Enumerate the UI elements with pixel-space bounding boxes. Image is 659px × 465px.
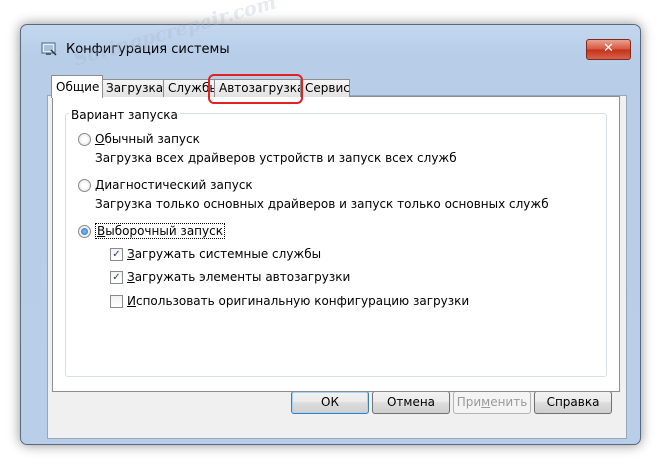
load-startup-items-checkbox[interactable]: ✓ Загружать элементы автозагрузки — [110, 270, 350, 284]
tab-label: Сервис — [305, 81, 350, 95]
close-icon: ✕ — [603, 41, 614, 56]
tab-label: Службы — [168, 81, 219, 95]
tab-label: Загрузка — [106, 81, 164, 95]
close-button[interactable]: ✕ — [586, 39, 631, 60]
apply-label-accesskey: м — [481, 395, 491, 409]
use-original-boot-config-checkbox[interactable]: Использовать оригинальную конфигурацию з… — [110, 294, 469, 308]
cancel-button[interactable]: Отмена — [372, 391, 450, 414]
diagnostic-startup-radio[interactable]: Диагностический запуск — [78, 178, 253, 192]
checkbox-label: Загружать системные службы — [127, 247, 322, 261]
tab-startup[interactable]: Автозагрузка — [214, 79, 305, 97]
load-system-services-checkbox[interactable]: ✓ Загружать системные службы — [110, 247, 321, 261]
tab-services[interactable]: Службы — [163, 79, 219, 97]
tab-label: Общие — [56, 80, 100, 94]
msconfig-icon — [41, 42, 57, 56]
diagnostic-startup-description: Загрузка только основных драйверов и зап… — [95, 197, 549, 211]
help-button[interactable]: Справка — [534, 391, 612, 414]
apply-button[interactable]: Применить — [453, 391, 531, 414]
apply-label-part: енить — [490, 395, 528, 409]
selective-startup-radio[interactable]: Выборочный запуск — [78, 223, 225, 239]
tab-tools[interactable]: Сервис — [300, 79, 350, 97]
unchecked-box-icon — [110, 294, 123, 308]
title-bar[interactable]: Конфигурация системы ✕ — [21, 25, 640, 61]
radio-label: Диагностический запуск — [95, 178, 253, 192]
ok-button[interactable]: ОК — [291, 391, 369, 414]
checkbox-label: Загружать элементы автозагрузки — [127, 270, 351, 284]
checkbox-label: Использовать оригинальную конфигурацию з… — [127, 294, 470, 308]
tab-general[interactable]: Общие — [51, 75, 103, 98]
normal-startup-description: Загрузка всех драйверов устройств и запу… — [95, 151, 457, 165]
radio-button-selected-icon — [78, 224, 91, 238]
checkmark-icon: ✓ — [110, 247, 123, 261]
tab-label: Автозагрузка — [219, 81, 305, 95]
radio-label: Обычный запуск — [95, 132, 200, 146]
group-legend: Вариант запуска — [69, 108, 180, 122]
radio-button-icon — [78, 178, 91, 192]
normal-startup-radio[interactable]: Обычный запуск — [78, 132, 200, 146]
radio-label: Выборочный запуск — [95, 223, 225, 239]
general-tab-panel: Вариант запуска Обычный запуск Загрузка … — [52, 96, 620, 392]
apply-label-part: При — [456, 395, 482, 409]
tab-boot[interactable]: Загрузка — [101, 79, 165, 97]
radio-button-icon — [78, 132, 91, 146]
window-title: Конфигурация системы — [66, 42, 230, 57]
checkmark-icon: ✓ — [110, 270, 123, 284]
